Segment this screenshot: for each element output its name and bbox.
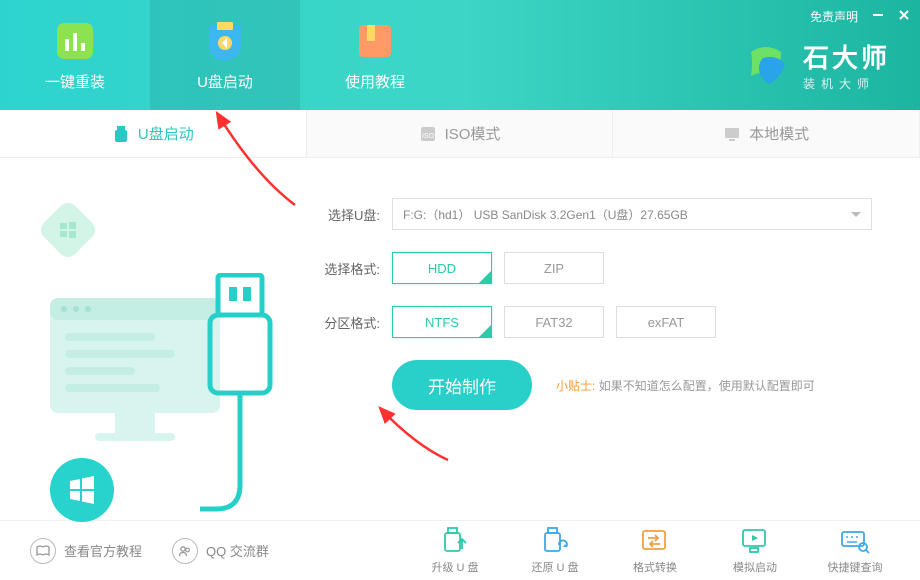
action-label: 升级 U 盘 (431, 559, 478, 575)
upgrade-usb-action[interactable]: 升级 U 盘 (420, 527, 490, 575)
topbar: 免责声明 (810, 8, 910, 25)
disk-select[interactable]: F:G:（hd1） USB SanDisk 3.2Gen1（U盘）27.65GB (392, 198, 872, 230)
format-option-hdd[interactable]: HDD (392, 252, 492, 284)
partition-option-ntfs[interactable]: NTFS (392, 306, 492, 338)
header: 免责声明 一键重装 U盘启动 使用教程 石大师 装机大师 (0, 0, 920, 110)
keyboard-search-icon (840, 527, 870, 555)
brand: 石大师 装机大师 (741, 38, 890, 92)
disclaimer-link[interactable]: 免责声明 (810, 8, 858, 25)
format-label: 选择格式: (310, 259, 380, 278)
brand-title: 石大师 (803, 38, 890, 75)
action-label: 还原 U 盘 (531, 559, 578, 575)
tab-label: 本地模式 (749, 123, 809, 144)
bars-icon (53, 19, 97, 63)
users-icon (172, 538, 198, 564)
tab-label: U盘启动 (138, 123, 194, 144)
partition-option-fat32[interactable]: FAT32 (504, 306, 604, 338)
partition-label: 分区格式: (310, 313, 380, 332)
tip-label: 小贴士: (556, 379, 595, 393)
iso-icon: ISO (419, 125, 437, 143)
nav-reinstall[interactable]: 一键重装 (0, 0, 150, 110)
nav-label: U盘启动 (197, 71, 253, 92)
simulate-boot-action[interactable]: 模拟启动 (720, 527, 790, 575)
chevron-down-icon (851, 212, 861, 222)
usb-plug-icon (200, 273, 280, 513)
link-label: QQ 交流群 (206, 541, 269, 560)
illustration (0, 158, 300, 520)
minimize-button[interactable] (872, 9, 884, 24)
tip-content: 如果不知道怎么配置，使用默认配置即可 (599, 379, 815, 393)
action-label: 模拟启动 (733, 559, 777, 575)
tab-label: ISO模式 (445, 123, 501, 144)
convert-icon (640, 527, 670, 555)
usb-shield-icon (203, 19, 247, 63)
nav-label: 一键重装 (45, 71, 105, 92)
start-button[interactable]: 开始制作 (392, 360, 532, 410)
monitor-icon (723, 125, 741, 143)
form: 选择U盘: F:G:（hd1） USB SanDisk 3.2Gen1（U盘）2… (300, 158, 920, 520)
format-option-zip[interactable]: ZIP (504, 252, 604, 284)
close-button[interactable] (898, 9, 910, 24)
windows-tile-icon (37, 199, 99, 261)
tab-iso-mode[interactable]: ISO ISO模式 (307, 110, 614, 157)
book-open-icon (30, 538, 56, 564)
usb-icon (112, 125, 130, 143)
tab-usb-boot[interactable]: U盘启动 (0, 110, 307, 157)
qq-group-link[interactable]: QQ 交流群 (172, 538, 269, 564)
format-convert-action[interactable]: 格式转换 (620, 527, 690, 575)
usb-up-icon (440, 527, 470, 555)
brand-subtitle: 装机大师 (803, 75, 890, 92)
nav-tutorial[interactable]: 使用教程 (300, 0, 450, 110)
nav-label: 使用教程 (345, 71, 405, 92)
tip-text: 小贴士: 如果不知道怎么配置，使用默认配置即可 (556, 377, 815, 394)
usb-refresh-icon (540, 527, 570, 555)
main: 选择U盘: F:G:（hd1） USB SanDisk 3.2Gen1（U盘）2… (0, 158, 920, 520)
link-label: 查看官方教程 (64, 541, 142, 560)
disk-label: 选择U盘: (310, 205, 380, 224)
tutorial-link[interactable]: 查看官方教程 (30, 538, 142, 564)
nav-usb-boot[interactable]: U盘启动 (150, 0, 300, 110)
windows-circle-icon (50, 458, 114, 522)
svg-text:ISO: ISO (422, 133, 435, 140)
tab-local-mode[interactable]: 本地模式 (613, 110, 920, 157)
partition-option-exfat[interactable]: exFAT (616, 306, 716, 338)
restore-usb-action[interactable]: 还原 U 盘 (520, 527, 590, 575)
action-label: 快捷键查询 (828, 559, 883, 575)
action-label: 格式转换 (633, 559, 677, 575)
book-icon (353, 19, 397, 63)
footer: 查看官方教程 QQ 交流群 升级 U 盘 还原 U 盘 格式转换 模拟启动 快捷… (0, 520, 920, 580)
tabs: U盘启动 ISO ISO模式 本地模式 (0, 110, 920, 158)
hotkey-lookup-action[interactable]: 快捷键查询 (820, 527, 890, 575)
disk-value: F:G:（hd1） USB SanDisk 3.2Gen1（U盘）27.65GB (403, 206, 688, 223)
brand-logo-icon (741, 40, 791, 90)
monitor-play-icon (740, 527, 770, 555)
